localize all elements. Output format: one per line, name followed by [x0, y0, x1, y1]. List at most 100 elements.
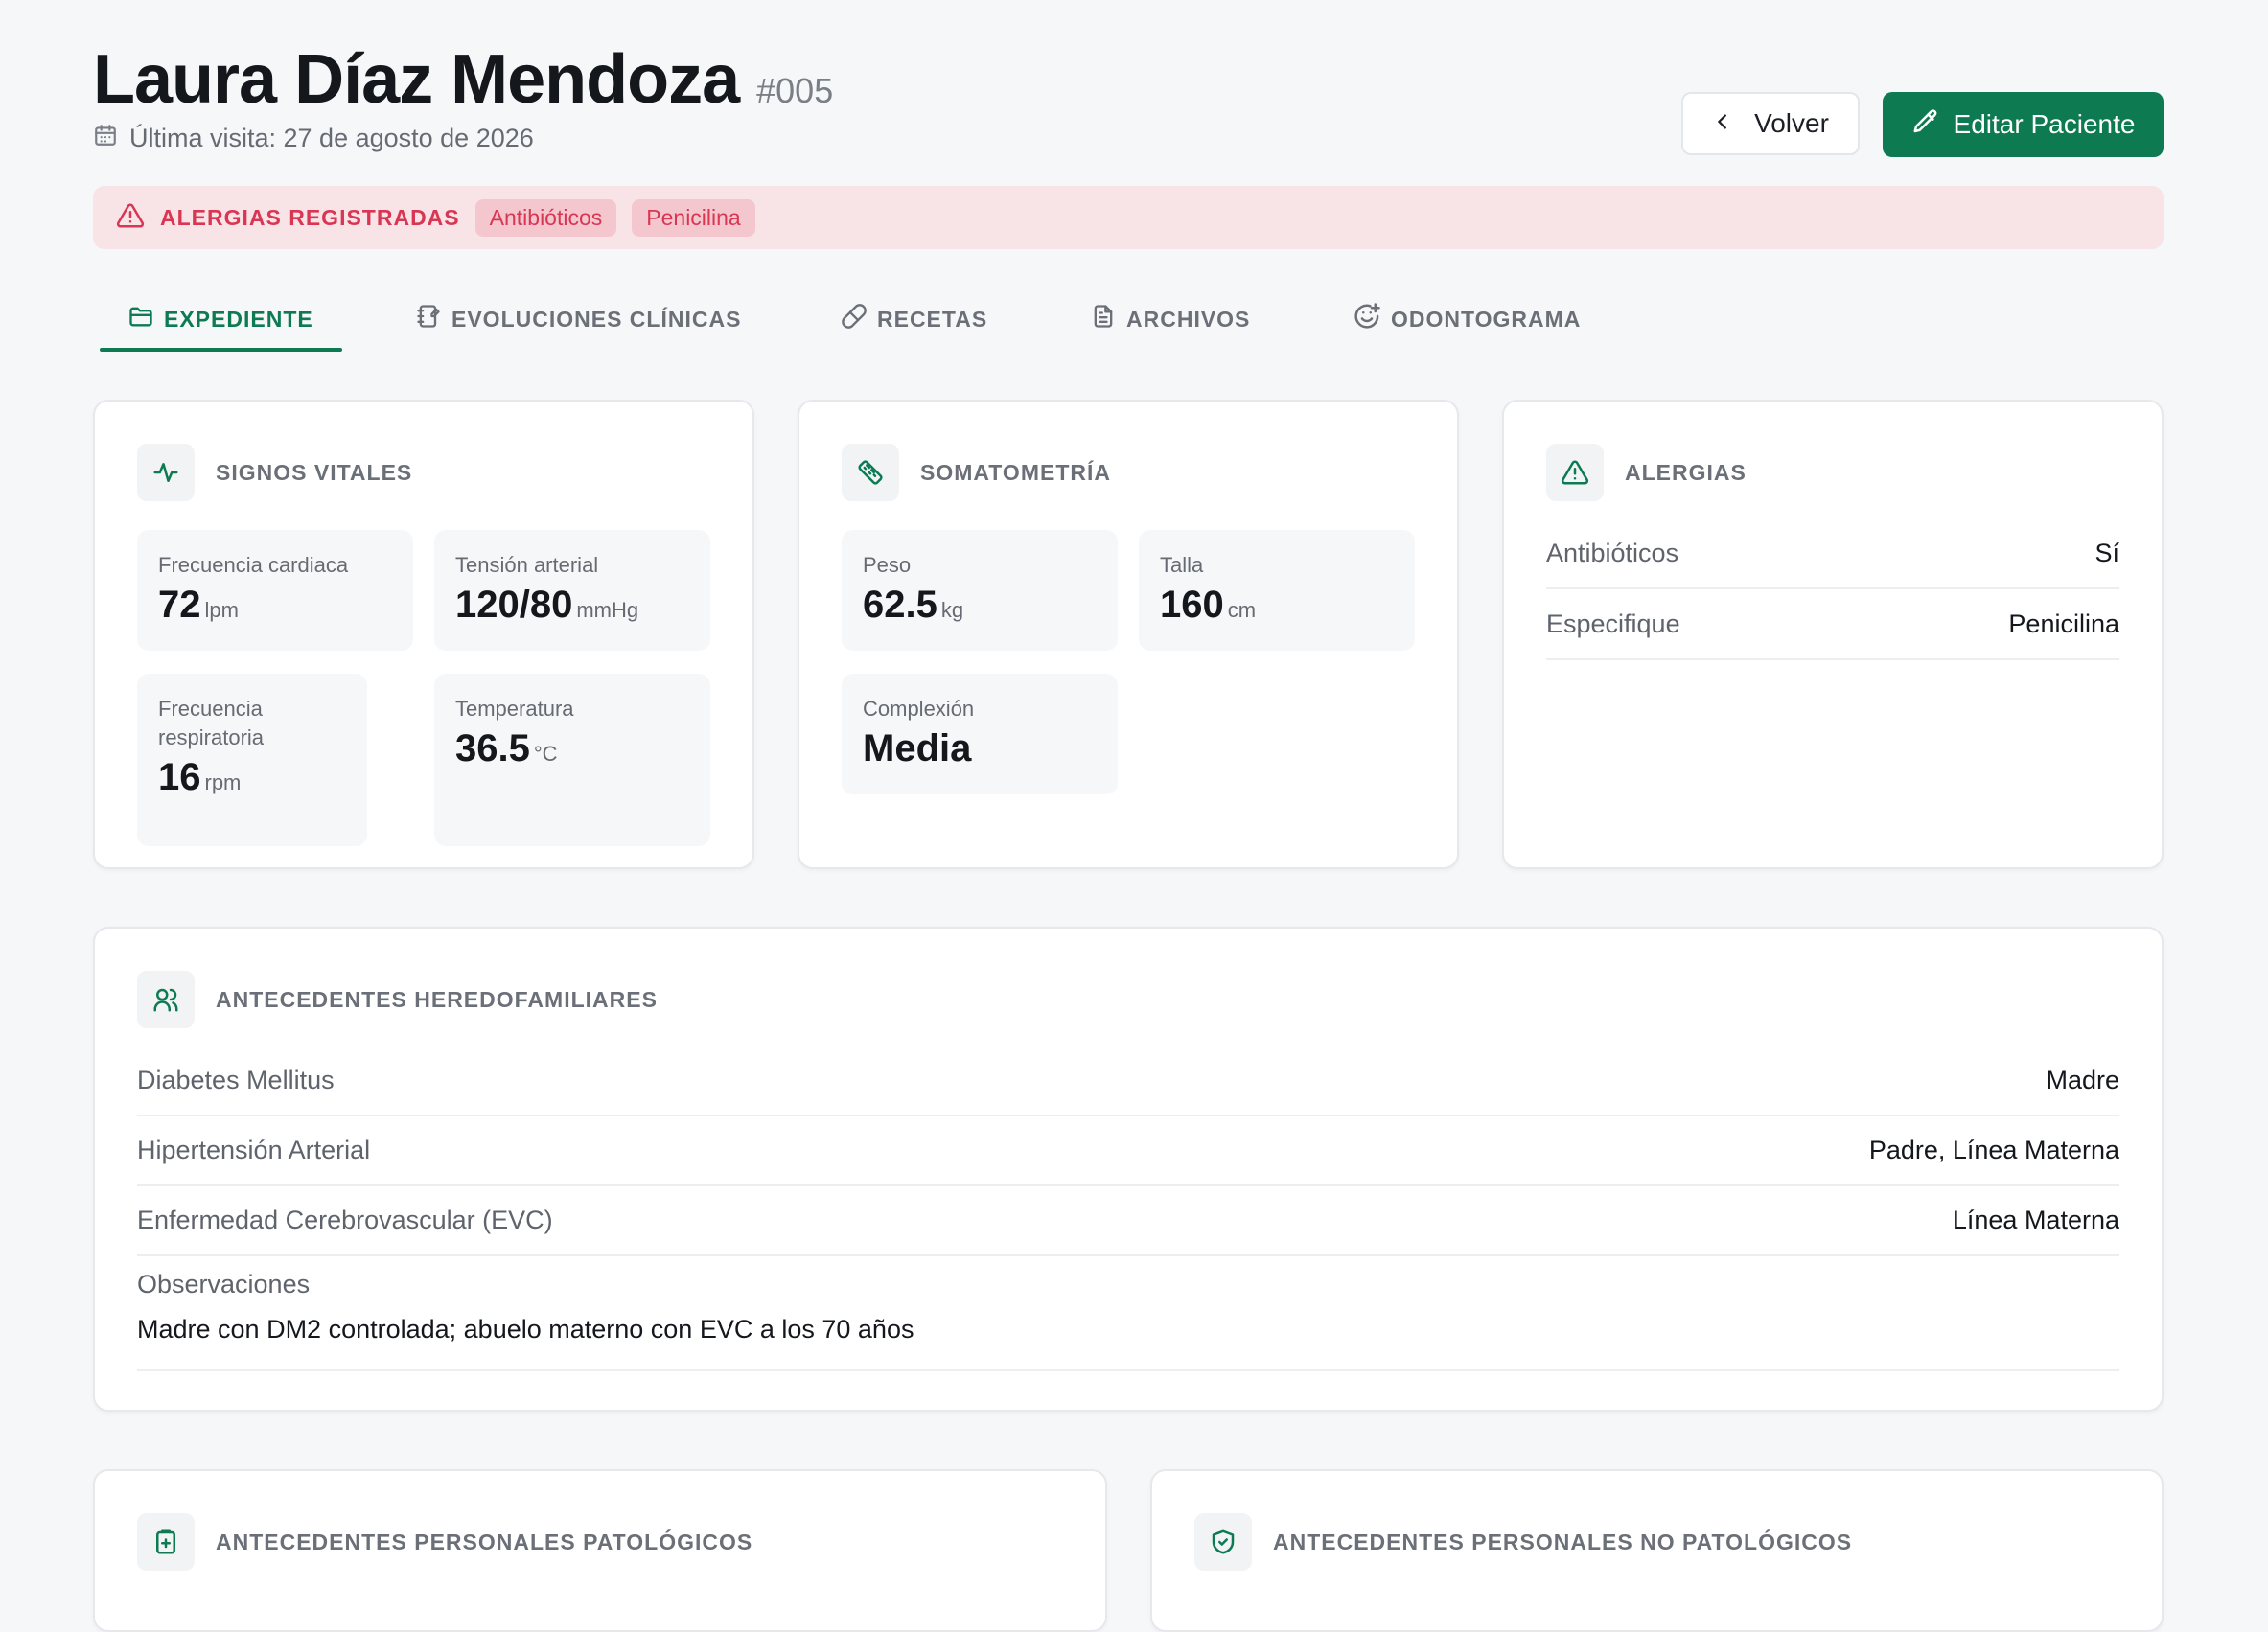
- card-title: ANTECEDENTES PERSONALES PATOLÓGICOS: [216, 1529, 753, 1554]
- stat-label: Frecuencia cardiaca: [158, 553, 349, 577]
- card-header: ANTECEDENTES PERSONALES NO PATOLÓGICOS: [1194, 1513, 1852, 1571]
- card-title: ANTECEDENTES PERSONALES NO PATOLÓGICOS: [1273, 1529, 1853, 1554]
- allergy-row: Especifique Penicilina: [1546, 589, 2119, 660]
- non-pathological-history-card: ANTECEDENTES PERSONALES NO PATOLÓGICOS: [1150, 1469, 2164, 1632]
- chevron-left-icon: [1712, 108, 1754, 139]
- allergy-key: Antibióticos: [1546, 538, 1679, 567]
- card-title: ALERGIAS: [1625, 459, 1747, 485]
- stat-value: 72 lpm: [158, 584, 392, 627]
- observations-text: Madre con DM2 controlada; abuelo materno…: [137, 1315, 914, 1344]
- folder-icon: [127, 303, 164, 335]
- card-title: SIGNOS VITALES: [216, 459, 413, 485]
- condition-relative: Madre: [2046, 1065, 2119, 1094]
- card-header: SIGNOS VITALES: [137, 444, 412, 501]
- observations-label: Observaciones: [137, 1270, 311, 1299]
- tab-archivos[interactable]: ARCHIVOS: [1090, 287, 1250, 351]
- stat-temperature: Temperatura 36.5 °C: [434, 674, 710, 846]
- stat-value: 36.5 °C: [455, 727, 689, 770]
- tab-label: EXPEDIENTE: [164, 306, 313, 332]
- activity-icon: [137, 444, 195, 501]
- stat-blood-pressure: Tensión arterial 120/80 mmHg: [434, 530, 710, 651]
- stat-value: 62.5 kg: [863, 584, 1097, 627]
- edit-patient-label: Editar Paciente: [1953, 109, 2136, 139]
- clipboard-plus-icon: [137, 1513, 195, 1571]
- card-header: ALERGIAS: [1546, 444, 1747, 501]
- users-icon: [137, 971, 195, 1028]
- stat-unit: cm: [1227, 598, 1257, 622]
- shield-check-icon: [1194, 1513, 1252, 1571]
- allergy-value: Sí: [2094, 538, 2119, 567]
- allergy-chip: Penicilina: [632, 198, 755, 237]
- tab-recetas[interactable]: RECETAS: [841, 287, 987, 351]
- stat-number: 16: [158, 756, 201, 798]
- tab-label: ARCHIVOS: [1126, 306, 1251, 332]
- stat-number: 120/80: [455, 584, 573, 626]
- calendar-icon: [93, 123, 129, 154]
- stat-heart-rate: Frecuencia cardiaca 72 lpm: [137, 530, 413, 651]
- condition-name: Enfermedad Cerebrovascular (EVC): [137, 1205, 553, 1234]
- stat-height: Talla 160 cm: [1139, 530, 1415, 651]
- last-visit-text: Última visita: 27 de agosto de 2026: [129, 124, 534, 152]
- stat-value: Media: [863, 727, 1097, 770]
- notebook-edit-icon: [415, 303, 451, 335]
- patient-name: Laura Díaz Mendoza: [93, 41, 740, 118]
- record-tabs: EXPEDIENTE EVOLUCIONES CLÍNICAS RECETAS …: [93, 287, 2164, 355]
- stat-unit: kg: [940, 598, 964, 622]
- vital-signs-card: SIGNOS VITALES Frecuencia cardiaca 72 lpm…: [93, 400, 754, 869]
- stat-unit: rpm: [204, 770, 242, 794]
- patient-id: #005: [756, 71, 834, 110]
- family-history-row: Diabetes Mellitus Madre: [137, 1046, 2119, 1116]
- stat-value: 160 cm: [1160, 584, 1394, 627]
- observations-block: Observaciones Madre con DM2 controlada; …: [137, 1270, 2119, 1371]
- patient-record-page: Laura Díaz Mendoza #005 Última visita: 2…: [0, 0, 2268, 1632]
- stat-value: 120/80 mmHg: [455, 584, 689, 627]
- stat-number: 160: [1160, 584, 1224, 626]
- document-icon: [1090, 303, 1126, 335]
- stat-number: 36.5: [455, 727, 530, 770]
- allergy-row: Antibióticos Sí: [1546, 518, 2119, 589]
- allergies-card: ALERGIAS Antibióticos Sí Especifique Pen…: [1502, 400, 2164, 869]
- allergy-chip: Antibióticos: [474, 198, 617, 237]
- stat-label: Talla: [1160, 553, 1204, 577]
- tooth-smile-icon: [1353, 302, 1391, 336]
- stat-build: Complexión Media: [842, 674, 1118, 794]
- stat-label: Complexión: [863, 697, 975, 721]
- allergy-value: Penicilina: [2008, 609, 2119, 638]
- ruler-icon: [842, 444, 899, 501]
- tab-evoluciones-clinicas[interactable]: EVOLUCIONES CLÍNICAS: [415, 287, 741, 351]
- stat-label: Temperatura: [455, 697, 574, 721]
- active-tab-indicator: [100, 348, 342, 352]
- tab-label: RECETAS: [877, 306, 988, 332]
- stat-number: 62.5: [863, 584, 937, 626]
- stat-weight: Peso 62.5 kg: [842, 530, 1118, 651]
- stat-unit: lpm: [204, 598, 239, 622]
- family-history-row: Enfermedad Cerebrovascular (EVC) Línea M…: [137, 1185, 2119, 1256]
- stat-label: Peso: [863, 553, 912, 577]
- back-button[interactable]: Volver: [1681, 92, 1860, 155]
- pill-icon: [841, 303, 877, 335]
- stat-label: Frecuencia respiratoria: [158, 697, 265, 749]
- stat-respiratory-rate: Frecuencia respiratoria 16 rpm: [137, 674, 367, 846]
- allergy-banner-title: ALERGIAS REGISTRADAS: [160, 204, 460, 230]
- allergy-key: Especifique: [1546, 609, 1680, 638]
- condition-relative: Línea Materna: [1952, 1205, 2119, 1234]
- tab-odontograma[interactable]: ODONTOGRAMA: [1353, 287, 1581, 351]
- edit-patient-button[interactable]: Editar Paciente: [1883, 92, 2164, 157]
- somatometry-card: SOMATOMETRÍA Peso 62.5 kg Talla 160 cm Com…: [798, 400, 1459, 869]
- back-button-label: Volver: [1754, 108, 1829, 138]
- card-header: SOMATOMETRÍA: [842, 444, 1111, 501]
- pathological-history-card: ANTECEDENTES PERSONALES PATOLÓGICOS: [93, 1469, 1107, 1632]
- warning-icon: [1546, 444, 1604, 501]
- condition-name: Hipertensión Arterial: [137, 1135, 371, 1164]
- condition-relative: Padre, Línea Materna: [1868, 1135, 2119, 1164]
- page-title-row: Laura Díaz Mendoza #005: [93, 40, 833, 119]
- card-title: SOMATOMETRÍA: [920, 459, 1111, 485]
- card-header: ANTECEDENTES PERSONALES PATOLÓGICOS: [137, 1513, 752, 1571]
- card-title: ANTECEDENTES HEREDOFAMILIARES: [216, 986, 658, 1012]
- tab-expediente[interactable]: EXPEDIENTE: [127, 287, 313, 351]
- stat-number: 72: [158, 584, 201, 626]
- pencil-icon: [1911, 107, 1954, 143]
- last-visit: Última visita: 27 de agosto de 2026: [93, 123, 534, 154]
- stat-unit: °C: [533, 742, 558, 766]
- card-header: ANTECEDENTES HEREDOFAMILIARES: [137, 971, 658, 1028]
